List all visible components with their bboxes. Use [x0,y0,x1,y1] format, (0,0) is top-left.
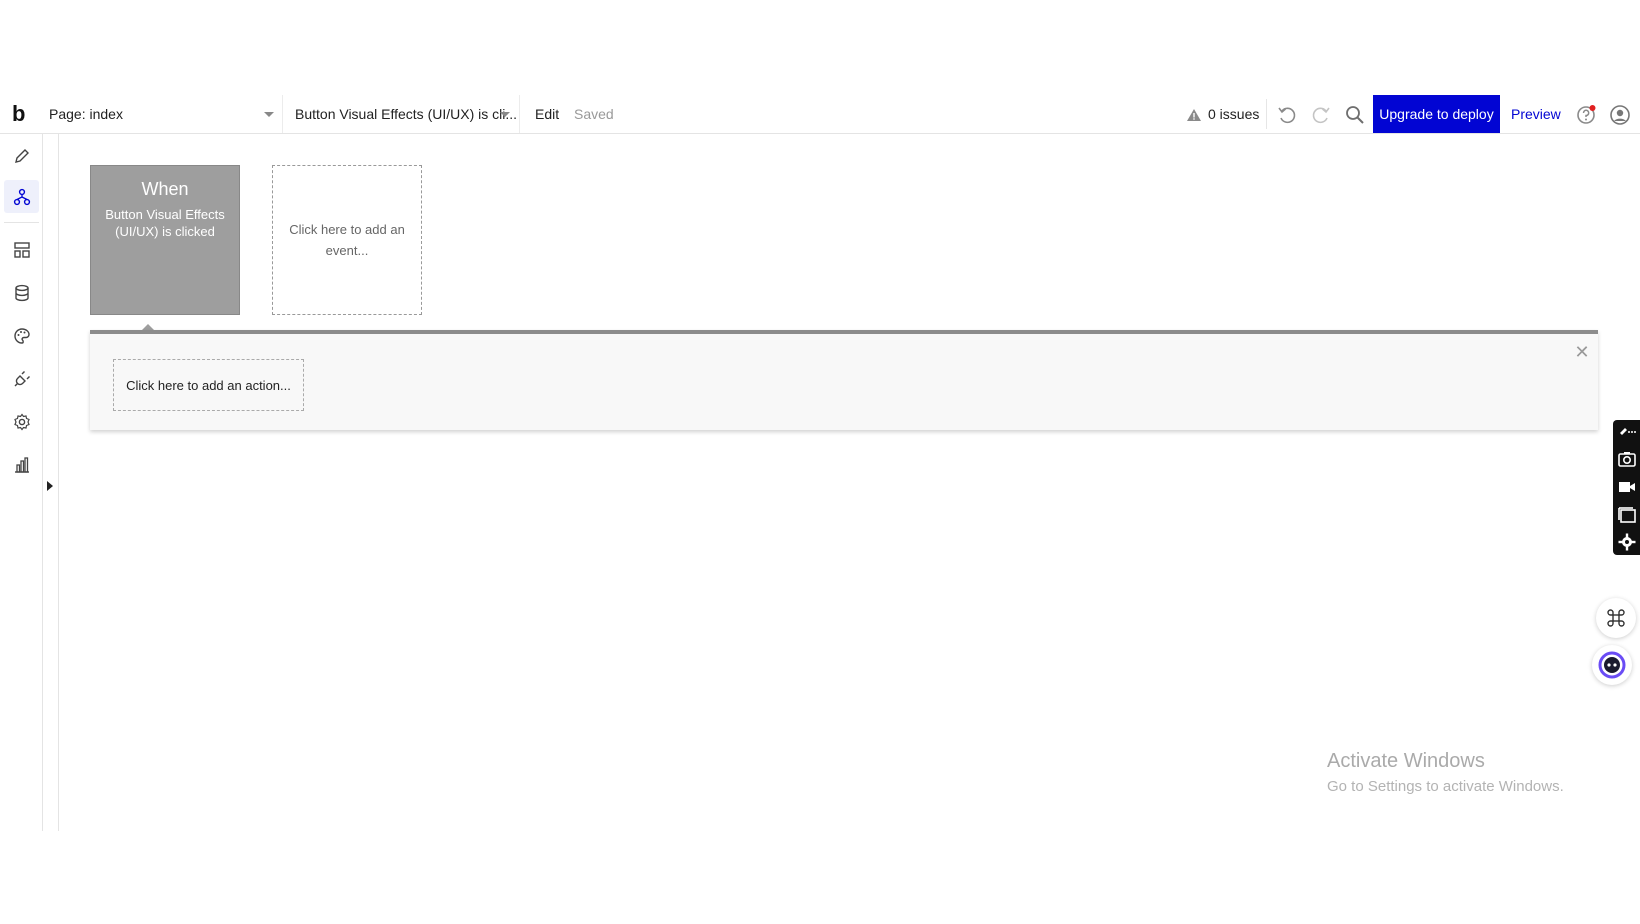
search-icon[interactable] [1344,104,1366,126]
expand-arrow-icon[interactable] [47,481,53,491]
add-event-label: Click here to add an event... [289,222,405,258]
warning-icon [1187,109,1201,121]
reusable-elements-tab[interactable] [10,238,33,261]
chevron-down-icon [264,112,274,117]
pencil-icon [14,148,29,163]
screen-capture-toolbar [1613,420,1640,555]
issues-indicator[interactable]: 0 issues [1186,106,1259,122]
page-selector[interactable]: Page: index [43,95,283,133]
gear-icon[interactable] [1618,533,1636,551]
logs-tab[interactable] [10,453,33,476]
edit-menu[interactable]: Edit [535,106,559,122]
design-tab[interactable] [10,144,33,167]
event-selector[interactable]: Button Visual Effects (UI/UX) is cli... [285,95,520,133]
event-card-title: When [141,179,189,199]
workflow-tab[interactable] [4,180,39,213]
shortcuts-button[interactable] [1596,598,1636,638]
issues-label: 0 issues [1208,106,1260,122]
window-capture-icon[interactable] [1618,506,1636,524]
event-card-description: Button Visual Effects (UI/UX) is clicked [105,207,225,239]
upgrade-label: Upgrade to deploy [1379,106,1494,122]
preview-button[interactable]: Preview [1511,106,1561,122]
top-toolbar: b Page: index Button Visual Effects (UI/… [0,95,1640,134]
plugins-tab[interactable] [10,367,33,390]
add-event-placeholder[interactable]: Click here to add an event... [272,165,422,315]
redo-icon[interactable] [1310,104,1332,126]
video-camera-icon[interactable] [1618,478,1636,496]
event-card-when[interactable]: When Button Visual Effects (UI/UX) is cl… [90,165,240,315]
bar-chart-icon [14,456,29,473]
close-icon[interactable]: ✕ [1574,343,1590,361]
add-action-label: Click here to add an action... [126,377,291,393]
settings-tab[interactable] [10,410,33,433]
sidebar-collapse-strip [43,134,59,831]
command-icon [1607,609,1625,627]
saved-status: Saved [574,106,614,122]
gear-icon [13,413,30,430]
pin-more-icon[interactable] [1618,424,1636,442]
palette-icon [13,327,30,344]
plug-icon [14,370,30,386]
assistant-icon [1598,651,1626,679]
add-action-placeholder[interactable]: Click here to add an action... [113,359,304,411]
layout-icon [13,241,30,258]
upgrade-to-deploy-button[interactable]: Upgrade to deploy [1373,95,1500,133]
chevron-down-icon [500,112,510,117]
logo-text: b [12,101,26,126]
toolbar-divider [1266,99,1267,129]
styles-tab[interactable] [10,324,33,347]
left-sidebar [0,134,43,831]
event-selector-label: Button Visual Effects (UI/UX) is cli... [295,106,518,122]
bubble-logo[interactable]: b [12,101,34,127]
data-tab[interactable] [10,281,33,304]
database-icon [14,284,29,301]
sidebar-divider [4,222,39,223]
help-icon[interactable] [1575,104,1597,126]
workflow-icon [13,188,30,205]
activate-windows-subtitle: Go to Settings to activate Windows. [1327,778,1564,795]
activate-windows-title: Activate Windows [1327,750,1485,772]
actions-panel: Click here to add an action... ✕ [90,330,1598,430]
camera-icon[interactable] [1618,450,1636,468]
page-selector-label: Page: index [49,106,123,122]
undo-icon[interactable] [1276,104,1298,126]
account-icon[interactable] [1609,104,1631,126]
assistant-button[interactable] [1592,645,1632,685]
